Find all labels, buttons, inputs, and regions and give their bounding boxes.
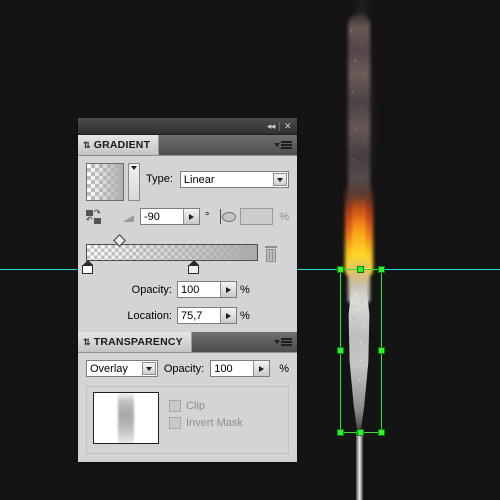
chevron-down-icon[interactable] [141, 362, 156, 375]
gradient-type-value: Linear [183, 173, 215, 186]
gradient-type-select[interactable]: Linear [179, 171, 289, 188]
handle-bottom-right[interactable] [378, 429, 385, 436]
gradient-opacity-stepper[interactable] [220, 282, 236, 297]
grip-icon: ⇅ [83, 139, 91, 150]
aspect-percent-label: % [279, 210, 289, 223]
hamburger-icon [281, 141, 292, 149]
transparency-opacity-field[interactable] [210, 360, 271, 377]
handle-top-right[interactable] [378, 266, 385, 273]
chevron-down-icon [274, 143, 280, 147]
hamburger-icon [281, 338, 292, 346]
gradient-slider-row [82, 234, 289, 274]
titlebar-divider [278, 121, 280, 131]
transparency-opacity-stepper[interactable] [253, 361, 270, 376]
close-icon[interactable]: ✕ [281, 121, 294, 131]
delete-stop-icon[interactable] [264, 246, 278, 262]
handle-bottom-left[interactable] [337, 429, 344, 436]
smoke-plume [348, 14, 370, 244]
angle-icon [122, 211, 136, 223]
angle-stepper-button[interactable] [183, 209, 199, 224]
aspect-ratio-field [240, 208, 274, 225]
gradient-opacity-percent: % [240, 283, 250, 296]
flame-outer [345, 182, 373, 277]
aspect-ratio-icon [219, 209, 237, 224]
gradient-angle-field[interactable] [140, 208, 200, 225]
reverse-gradient-icon[interactable]: ↷ ↶ [86, 208, 102, 224]
gradient-location-percent: % [240, 309, 250, 322]
selection-bounding-box[interactable] [337, 266, 385, 436]
tab-gradient[interactable]: ⇅ GRADIENT [78, 135, 160, 155]
collapse-icon[interactable]: ◂◂ [264, 121, 278, 131]
invert-mask-option-row[interactable]: Invert Mask [169, 417, 243, 429]
gradient-type-row: Type: Linear [86, 163, 289, 201]
transparency-thumbnail-area: Clip Invert Mask [86, 386, 289, 454]
handle-top-center[interactable] [357, 266, 364, 273]
mask-gradient-band [118, 393, 134, 443]
degree-symbol: ° [205, 210, 210, 223]
gradient-track[interactable] [86, 244, 258, 261]
transparency-mode-row: Overlay Opacity: % [86, 360, 289, 377]
gradient-tab-row: ⇅ GRADIENT [78, 135, 297, 156]
gradient-opacity-label: Opacity: [131, 283, 172, 296]
opacity-mask-thumbnail[interactable] [93, 392, 159, 444]
gradient-swatch-preview[interactable] [86, 163, 124, 201]
handle-middle-right[interactable] [378, 347, 385, 354]
transparency-panel-menu-button[interactable] [274, 332, 297, 352]
gradient-slider[interactable] [82, 234, 258, 274]
mask-options: Clip Invert Mask [169, 400, 243, 434]
gradient-opacity-input[interactable] [178, 282, 220, 297]
application-canvas: ◂◂ ✕ ⇅ GRADIENT Type: Linear ↷ ↶ -90 ° %… [0, 0, 500, 500]
gradient-opacity-row: Opacity: % [86, 281, 289, 298]
clip-option-row[interactable]: Clip [169, 400, 243, 412]
gradient-location-field[interactable] [177, 307, 237, 324]
panel-titlebar[interactable]: ◂◂ ✕ [78, 118, 297, 135]
gradient-stop-start[interactable] [82, 260, 93, 274]
gradient-location-stepper[interactable] [220, 308, 236, 323]
tab-row-filler [192, 332, 274, 352]
chevron-down-icon[interactable] [273, 173, 287, 186]
tab-gradient-label: GRADIENT [93, 139, 151, 151]
transparency-opacity-percent: % [279, 362, 289, 375]
gradient-angle-row: ↷↶ ° % [86, 208, 289, 225]
gradient-location-row: Location: % [86, 307, 289, 324]
blend-mode-select[interactable]: Overlay [86, 360, 158, 377]
sparkler-wire [356, 430, 363, 500]
clip-label: Clip [186, 400, 205, 412]
flame-core [352, 196, 366, 276]
grip-icon: ⇅ [83, 336, 91, 347]
chevron-down-icon [274, 340, 280, 344]
transparency-panel-body: Overlay Opacity: % [78, 353, 297, 462]
chevron-down-icon [131, 166, 137, 170]
gradient-location-label: Location: [127, 309, 172, 322]
gradient-stop-end[interactable] [188, 260, 199, 274]
gradient-angle-input[interactable] [141, 209, 183, 224]
transparency-opacity-label: Opacity: [163, 362, 205, 375]
smoke-sparks [346, 18, 372, 243]
blend-mode-value: Overlay [90, 362, 128, 375]
gradient-location-input[interactable] [178, 308, 220, 323]
invert-mask-checkbox[interactable] [169, 417, 181, 429]
tab-row-filler [159, 135, 274, 155]
smoke-haze [334, 0, 390, 286]
clip-checkbox[interactable] [169, 400, 181, 412]
gradient-preset-dropdown-button[interactable] [128, 163, 140, 201]
transparency-opacity-input[interactable] [211, 361, 254, 376]
gradient-opacity-field[interactable] [177, 281, 237, 298]
transparency-tab-row: ⇅ TRANSPARENCY [78, 332, 297, 353]
gradient-panel-body: Type: Linear ↷↶ ° [78, 156, 297, 332]
handle-bottom-center[interactable] [357, 429, 364, 436]
handle-top-left[interactable] [337, 266, 344, 273]
tab-transparency[interactable]: ⇅ TRANSPARENCY [78, 332, 192, 352]
type-label: Type: [146, 173, 173, 185]
panel-group: ◂◂ ✕ ⇅ GRADIENT Type: Linear ↷ ↶ -90 ° %… [78, 118, 297, 462]
handle-middle-left[interactable] [337, 347, 344, 354]
tab-transparency-label: TRANSPARENCY [93, 336, 183, 348]
gradient-panel-menu-button[interactable] [274, 135, 297, 155]
invert-mask-label: Invert Mask [186, 417, 243, 429]
